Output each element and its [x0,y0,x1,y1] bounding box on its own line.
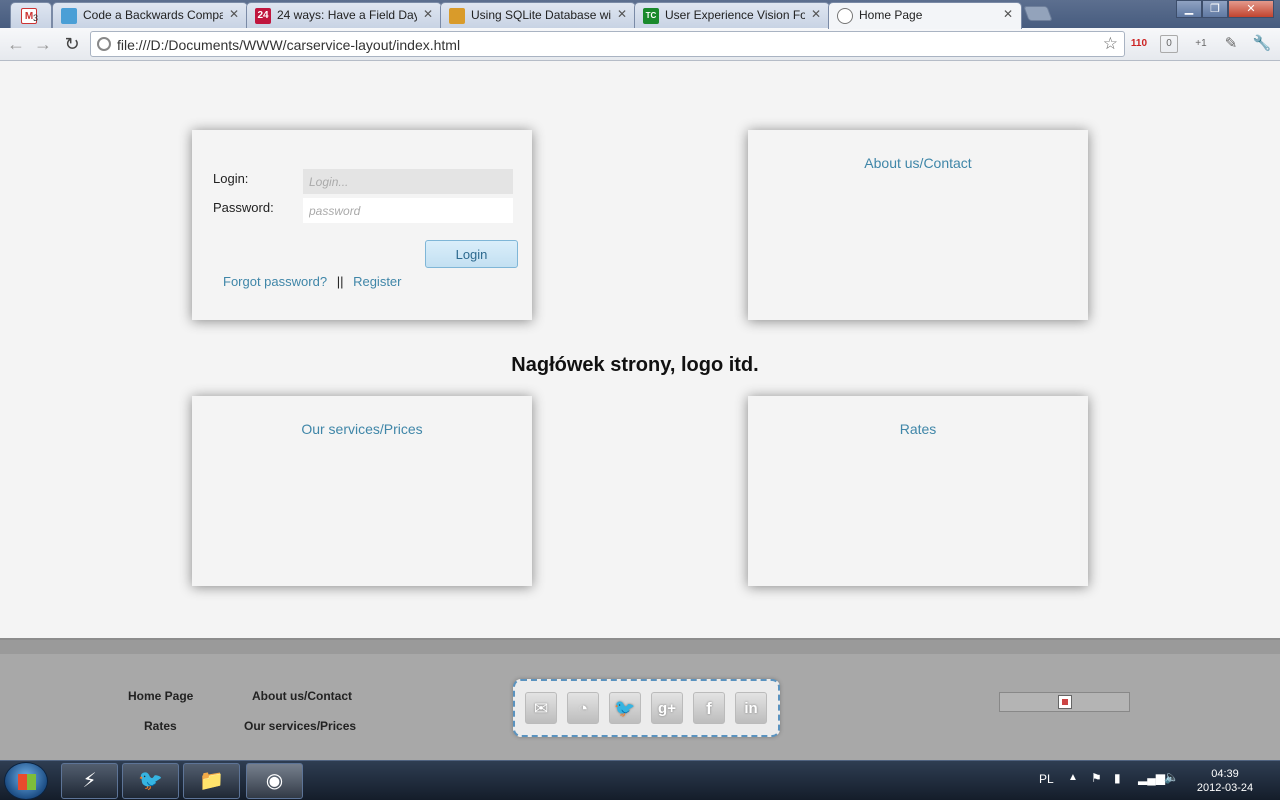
taskbar-app-explorer[interactable]: 📁 [183,763,240,799]
tab-user-experience[interactable]: TC User Experience Vision For S ✕ [634,2,830,28]
rates-title[interactable]: Rates [748,421,1088,437]
network-signal-icon[interactable]: ▂▄▆ [1138,771,1165,785]
system-clock[interactable]: 04:39 2012-03-24 [1190,767,1260,795]
folder-icon: 📁 [199,770,224,792]
chrome-icon: ◉ [265,770,284,792]
tab-title: 24 ways: Have a Field Day w [277,8,417,22]
start-button[interactable] [4,762,48,800]
twitter-icon: 🐦 [138,770,163,792]
maximize-button[interactable]: ❐ [1202,0,1228,18]
close-window-button[interactable]: ✕ [1228,0,1274,18]
links-separator: || [336,274,344,289]
browser-tab-strip: M 3 Code a Backwards Compati ✕ 24 24 way… [0,0,1280,29]
tab-home-page[interactable]: Home Page ✕ [828,2,1022,29]
login-input[interactable] [303,169,513,194]
action-center-flag-icon[interactable]: ⚑ [1091,771,1102,785]
close-icon[interactable]: ✕ [423,7,433,21]
wrench-icon[interactable]: 🔧 [1251,34,1273,54]
page-icon [97,37,111,51]
windows-taskbar: ⚡ 🐦 📁 ◉ PL ▲ ⚑ ▮ ▂▄▆ 🔈 04:39 2012-03-24 [0,760,1280,800]
footer-band [0,640,1280,654]
about-contact-title[interactable]: About us/Contact [748,155,1088,171]
tab-24ways[interactable]: 24 24 ways: Have a Field Day w ✕ [246,2,442,28]
google-plus-one-icon[interactable]: +1 [1190,34,1212,54]
tab-code-backwards[interactable]: Code a Backwards Compati ✕ [52,2,248,28]
close-icon[interactable]: ✕ [1003,7,1013,21]
page-footer: Home Page About us/Contact Rates Our ser… [0,638,1280,760]
gmail-unread-count: 3 [33,13,39,23]
login-links: Forgot password? || Register [223,274,402,289]
services-prices-panel: Our services/Prices [192,396,532,586]
register-link[interactable]: Register [353,274,401,289]
power-icon[interactable]: ▮ [1114,771,1121,785]
address-bar[interactable]: file:///D:/Documents/WWW/carservice-layo… [90,31,1125,57]
forgot-password-link[interactable]: Forgot password? [223,274,327,289]
clock-date: 2012-03-24 [1196,782,1254,794]
clock-time: 04:39 [1211,768,1239,780]
broken-image-icon [1058,695,1072,709]
back-arrow-icon[interactable]: ← [5,34,27,54]
browser-toolbar: ← → ↻ file:///D:/Documents/WWW/carservic… [0,28,1280,61]
bookmark-star-icon[interactable]: ☆ [1103,34,1118,54]
about-contact-panel: About us/Contact [748,130,1088,320]
techcrunch-icon: TC [643,8,659,24]
login-panel: Login: Password: Login Forgot password? … [192,130,532,320]
facebook-icon[interactable]: f [693,692,725,724]
google-plus-icon[interactable]: g+ [651,692,683,724]
24ways-icon: 24 [255,8,271,24]
sqlite-icon [449,8,465,24]
tab-title: Code a Backwards Compati [83,8,223,22]
password-input[interactable] [303,198,513,223]
page-heading: Nagłówek strony, logo itd. [511,354,759,376]
close-icon[interactable]: ✕ [811,7,821,21]
extension-counter-icon[interactable]: 0 [1160,35,1178,53]
services-prices-title[interactable]: Our services/Prices [192,421,532,437]
globe-icon [837,8,853,24]
network-app-icon: ⚡ [82,770,97,792]
eyedropper-icon[interactable]: ✎ [1220,34,1242,54]
forward-arrow-icon[interactable]: → [32,34,54,54]
minimize-button[interactable]: ▁ [1176,0,1202,18]
taskbar-app-twitter[interactable]: 🐦 [122,763,179,799]
footer-link-home[interactable]: Home Page [128,689,193,703]
tab-sqlite[interactable]: Using SQLite Database with ✕ [440,2,636,28]
page-content: Login: Password: Login Forgot password? … [0,62,1280,638]
url-text: file:///D:/Documents/WWW/carservice-layo… [117,37,461,53]
login-button[interactable]: Login [425,240,518,268]
close-icon[interactable]: ✕ [229,7,239,21]
twitter-icon[interactable]: 🐦 [609,692,641,724]
login-label: Login: [213,171,249,186]
taskbar-app-chrome[interactable]: ◉ [246,763,303,799]
taskbar-app-1[interactable]: ⚡ [61,763,118,799]
linkedin-icon[interactable]: in [735,692,767,724]
rss-icon[interactable]: ◔ [567,692,599,724]
rates-panel: Rates [748,396,1088,586]
tab-title: Using SQLite Database with [471,8,611,22]
footer-link-rates[interactable]: Rates [144,719,177,733]
language-indicator[interactable]: PL [1039,772,1054,786]
extension-badge-icon[interactable]: 110 [1128,34,1150,54]
tab-gmail[interactable]: M 3 [10,2,52,28]
windows-logo-icon [18,774,36,790]
tab-title: Home Page [859,8,923,22]
tab-title: User Experience Vision For S [665,8,805,22]
show-hidden-icons-icon[interactable]: ▲ [1068,772,1078,783]
mail-icon[interactable]: ✉ [525,692,557,724]
broken-image-placeholder [999,692,1130,712]
volume-icon[interactable]: 🔈 [1164,770,1179,784]
new-tab-button[interactable] [1023,6,1053,21]
social-links-bar: ✉ ◔ 🐦 g+ f in [513,679,780,737]
tuts-icon [61,8,77,24]
password-label: Password: [213,200,274,215]
reload-icon[interactable]: ↻ [61,34,83,54]
close-icon[interactable]: ✕ [617,7,627,21]
footer-link-about[interactable]: About us/Contact [252,689,352,703]
footer-link-services[interactable]: Our services/Prices [244,719,356,733]
